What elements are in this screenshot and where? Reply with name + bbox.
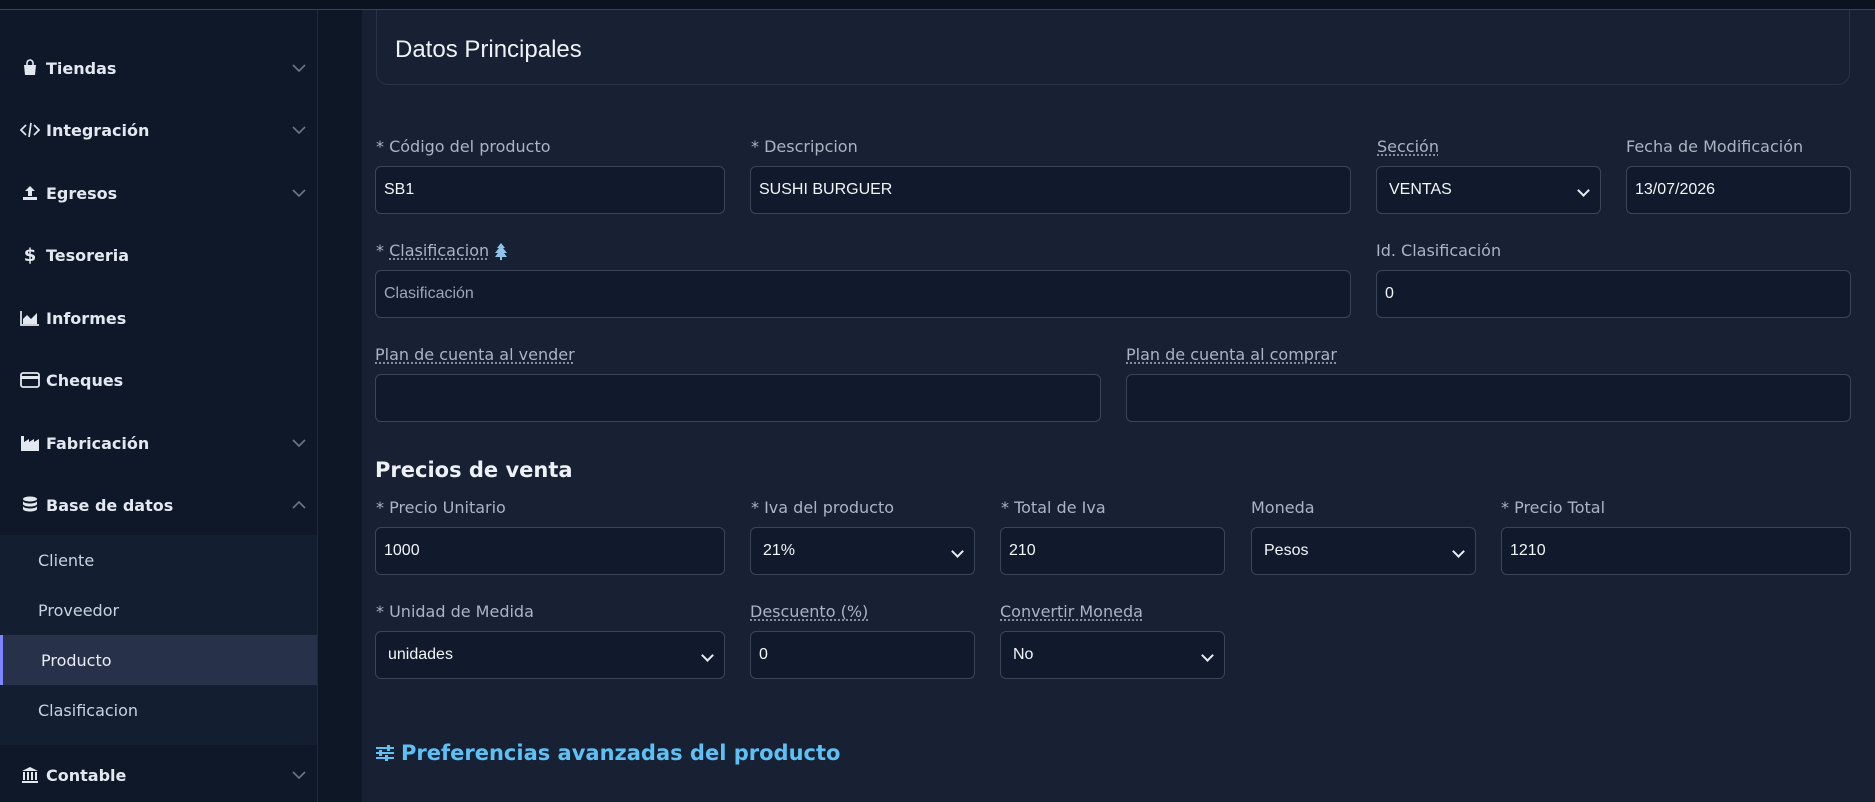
sidebar-item-informes[interactable]: Informes [0, 287, 317, 349]
unidad-select[interactable]: unidades [375, 631, 725, 679]
sidebar-item-label: Contable [46, 765, 127, 785]
chevron-down-icon [292, 64, 306, 73]
submenu-item-clasificacion[interactable]: Clasificacion [0, 685, 317, 735]
sidebar-item-tiendas[interactable]: Tiendas [0, 37, 317, 99]
iva-select[interactable]: 21% [750, 527, 975, 575]
sidebar-item-fabricacion[interactable]: Fabricación [0, 412, 317, 474]
sliders-icon [376, 745, 394, 761]
sidebar-item-label: Base de datos [46, 495, 174, 515]
bank-icon [20, 765, 40, 785]
bag-icon [20, 58, 40, 78]
plan-vender-input[interactable] [375, 374, 1101, 422]
total-iva-label: * Total de Iva [1001, 498, 1106, 517]
descripcion-input[interactable]: SUSHI BURGUER [750, 166, 1351, 214]
sidebar-item-label: Tiendas [46, 58, 117, 78]
id-clasificacion-input[interactable]: 0 [1376, 270, 1851, 318]
sidebar-item-integracion[interactable]: Integración [0, 99, 317, 161]
tree-icon[interactable] [492, 242, 510, 260]
sidebar-item-label: Tesoreria [46, 245, 130, 265]
unidad-label: * Unidad de Medida [376, 602, 534, 621]
dollar-icon: $ [23, 244, 37, 266]
submenu-item-cliente[interactable]: Cliente [0, 535, 317, 585]
fecha-input[interactable]: 13/07/2026 [1626, 166, 1851, 214]
seccion-select[interactable]: VENTAS [1376, 166, 1601, 214]
total-iva-input[interactable]: 210 [1000, 527, 1225, 575]
sidebar-item-label: Integración [46, 120, 150, 140]
sidebar-item-label: Cheques [46, 370, 124, 390]
plan-comprar-label: Plan de cuenta al comprar [1126, 345, 1337, 364]
precio-unitario-input[interactable]: 1000 [375, 527, 725, 575]
upload-icon [20, 183, 40, 203]
clasificacion-label-wrap: * Clasificacion [376, 241, 510, 260]
chevron-down-icon [292, 439, 306, 448]
submenu-item-producto[interactable]: Producto [0, 635, 317, 685]
descuento-input[interactable]: 0 [750, 631, 975, 679]
convertir-label: Convertir Moneda [1000, 602, 1143, 621]
moneda-label: Moneda [1251, 498, 1315, 517]
chevron-down-icon [292, 771, 306, 780]
sidebar-item-cheques[interactable]: Cheques [0, 349, 317, 411]
plan-comprar-input[interactable] [1126, 374, 1851, 422]
codigo-input[interactable]: SB1 [375, 166, 725, 214]
sidebar-item-base-de-datos[interactable]: Base de datos [0, 474, 317, 536]
convertir-select[interactable]: No [1000, 631, 1225, 679]
id-clasificacion-label: Id. Clasificación [1376, 241, 1502, 260]
submenu-base-de-datos: Cliente Proveedor Producto Clasificacion [0, 535, 317, 745]
sidebar-item-label: Informes [46, 308, 127, 328]
descripcion-label: * Descripcion [751, 137, 858, 156]
factory-icon [20, 433, 40, 453]
submenu-item-proveedor[interactable]: Proveedor [0, 585, 317, 635]
sidebar-item-tesoreria[interactable]: $ Tesoreria [0, 224, 317, 286]
top-border [0, 0, 1875, 10]
advanced-preferences-link[interactable]: Preferencias avanzadas del producto [375, 741, 840, 765]
descuento-label: Descuento (%) [750, 602, 869, 621]
sidebar-item-label: Fabricación [46, 433, 150, 453]
precios-section-title: Precios de venta [375, 458, 573, 482]
credit-card-icon [20, 370, 40, 390]
fecha-label: Fecha de Modificación [1626, 137, 1804, 156]
code-icon [20, 120, 40, 140]
plan-vender-label: Plan de cuenta al vender [375, 345, 575, 364]
precio-unitario-label: * Precio Unitario [376, 498, 506, 517]
database-icon [20, 495, 40, 515]
card-header [376, 10, 1850, 85]
sidebar-item-egresos[interactable]: Egresos [0, 162, 317, 224]
chevron-down-icon [292, 189, 306, 198]
advanced-preferences-label: Preferencias avanzadas del producto [401, 741, 841, 765]
precio-total-label: * Precio Total [1501, 498, 1606, 517]
seccion-label: Sección [1377, 137, 1439, 156]
iva-label: * Iva del producto [751, 498, 895, 517]
clasificacion-input[interactable]: Clasificación [375, 270, 1351, 318]
chevron-up-icon [292, 500, 306, 509]
clasificacion-label: Clasificacion [389, 241, 490, 260]
page-title: Datos Principales [395, 36, 582, 63]
sidebar-item-contable[interactable]: Contable [0, 744, 317, 802]
precio-total-input[interactable]: 1210 [1501, 527, 1851, 575]
codigo-label: * Código del producto [376, 137, 551, 156]
sidebar-item-label: Egresos [46, 183, 118, 203]
sidebar: Tiendas Integración Egresos $ Tesoreria … [0, 10, 318, 802]
clasificacion-label-star: * [376, 241, 390, 260]
chevron-down-icon [292, 126, 306, 135]
area-chart-icon [20, 308, 40, 328]
moneda-select[interactable]: Pesos [1251, 527, 1476, 575]
